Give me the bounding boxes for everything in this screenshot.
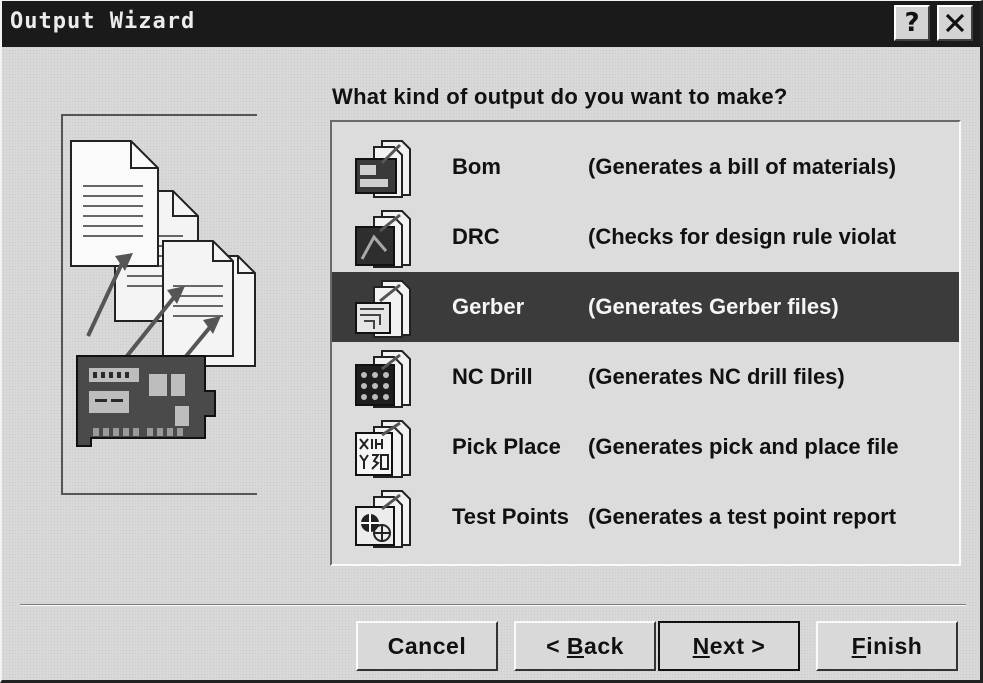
next-label: Next > — [692, 632, 766, 659]
next-button[interactable]: Next > — [658, 621, 800, 671]
item-name: Gerber — [452, 294, 525, 319]
item-name: Bom — [452, 154, 501, 179]
gerber-icon — [355, 280, 411, 338]
wizard-prompt: What kind of output do you want to make? — [332, 84, 788, 109]
close-icon — [945, 13, 965, 33]
cancel-button[interactable]: Cancel — [356, 621, 498, 671]
item-description: (Generates a bill of materials) — [588, 154, 897, 179]
help-button[interactable]: ? — [894, 5, 930, 41]
drc-icon — [355, 210, 411, 268]
close-button[interactable] — [937, 5, 973, 41]
bom-icon — [355, 140, 411, 198]
item-description: (Generates pick and place file — [588, 434, 899, 459]
item-name: DRC — [452, 224, 500, 249]
list-item-test-points[interactable]: Test Points (Generates a test point repo… — [332, 482, 959, 552]
item-description: (Generates a test point report — [588, 504, 897, 529]
title-bar[interactable]: Output Wizard ? — [2, 1, 980, 47]
output-type-list[interactable]: Bom (Generates a bill of materials) DRC … — [330, 120, 961, 566]
item-description: (Generates NC drill files) — [588, 364, 845, 389]
documents-and-board-icon — [70, 140, 256, 447]
list-item-bom[interactable]: Bom (Generates a bill of materials) — [332, 132, 959, 202]
finish-button[interactable]: Finish — [816, 621, 958, 671]
help-icon: ? — [904, 8, 920, 38]
list-item-nc-drill[interactable]: NC Drill (Generates NC drill files) — [332, 342, 959, 412]
window-title: Output Wizard — [10, 9, 196, 34]
back-button[interactable]: < Back — [514, 621, 656, 671]
finish-label: Finish — [851, 632, 923, 659]
output-wizard-window: Output Wizard ? What kind of output do y… — [0, 0, 983, 683]
item-name: Pick Place — [452, 434, 561, 459]
pick-place-icon — [355, 420, 411, 478]
cancel-label: Cancel — [387, 632, 467, 659]
list-item-pick-place[interactable]: Pick Place (Generates pick and place fil… — [332, 412, 959, 482]
item-description: (Generates Gerber files) — [588, 294, 839, 319]
item-description: (Checks for design rule violat — [588, 224, 897, 249]
test-points-icon — [355, 490, 411, 548]
list-item-drc[interactable]: DRC (Checks for design rule violat — [332, 202, 959, 272]
item-name: Test Points — [452, 504, 569, 529]
back-label: < Back — [546, 632, 624, 659]
nc-drill-icon — [355, 350, 411, 408]
wizard-illustration — [61, 114, 257, 495]
list-item-gerber[interactable]: Gerber (Generates Gerber files) — [332, 272, 959, 342]
button-separator — [20, 604, 966, 606]
item-name: NC Drill — [452, 364, 533, 389]
